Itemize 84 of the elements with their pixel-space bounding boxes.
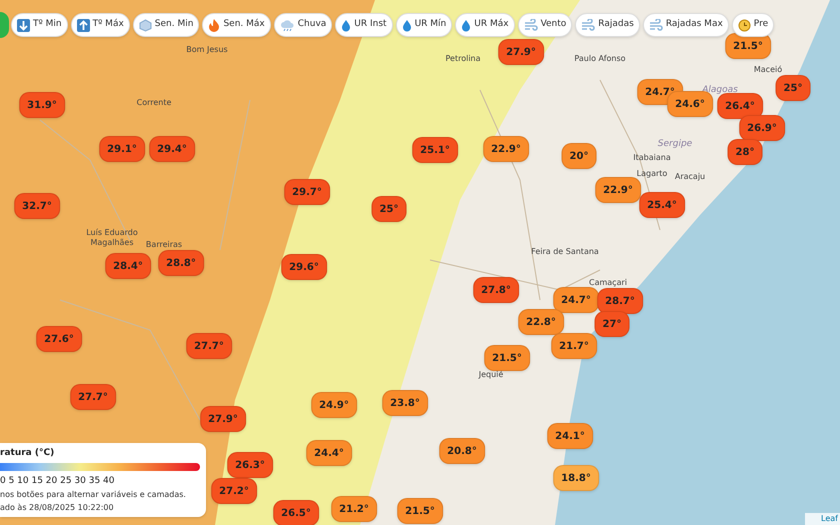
- city-label: Corrente: [136, 98, 172, 108]
- temperature-marker[interactable]: 27.2°: [211, 478, 257, 504]
- state-label: Sergipe: [658, 139, 692, 149]
- temperature-marker[interactable]: 28.8°: [158, 250, 204, 276]
- temperature-marker[interactable]: 27.8°: [473, 277, 519, 303]
- temperature-marker[interactable]: 24.1°: [547, 423, 593, 449]
- city-label: Jequié: [478, 370, 504, 380]
- legend-scale-labels: 0 5 10 15 20 25 30 35 40: [0, 475, 116, 488]
- temperature-marker[interactable]: 18.8°: [553, 465, 599, 491]
- down-arrow-icon: [17, 18, 30, 32]
- rain-cloud-icon: [280, 19, 295, 31]
- temperature-marker[interactable]: 26.4°: [717, 93, 763, 119]
- temperature-marker[interactable]: 24.7°: [553, 287, 599, 313]
- temperature-marker[interactable]: 27.6°: [36, 326, 82, 352]
- toolbar-button[interactable]: Rajadas Max: [642, 13, 729, 37]
- temperature-marker[interactable]: 21.5°: [397, 498, 443, 524]
- update-time: ado às 28/08/2025 10:22:00: [0, 502, 115, 514]
- temperature-marker[interactable]: 21.5°: [484, 345, 530, 371]
- droplet-icon: [402, 18, 412, 32]
- temperature-marker[interactable]: 20°: [562, 143, 596, 169]
- toolbar-button[interactable]: UR Máx: [455, 13, 515, 37]
- droplet-icon: [461, 18, 472, 32]
- toolbar-button[interactable]: Vento: [518, 13, 572, 37]
- city-label: Bom Jesus: [186, 45, 228, 55]
- city-label: Itabaiana: [633, 153, 671, 163]
- up-arrow-icon: [76, 18, 90, 32]
- city-label: Feira de Santana: [531, 247, 599, 257]
- temperature-marker[interactable]: 21.7°: [551, 333, 597, 359]
- toolbar-button[interactable]: UR Inst: [335, 13, 393, 37]
- ice-cube-icon: [138, 18, 152, 32]
- temperature-marker[interactable]: 24.9°: [311, 392, 357, 418]
- toolbar-button[interactable]: UR Mín: [396, 13, 452, 37]
- temperature-marker[interactable]: 26.3°: [227, 452, 273, 478]
- temperature-marker[interactable]: 24.6°: [667, 91, 713, 117]
- droplet-icon: [341, 18, 352, 32]
- temperature-marker[interactable]: 28.7°: [597, 288, 643, 314]
- temperature-marker[interactable]: 27.7°: [186, 333, 232, 359]
- temperature-marker[interactable]: 22.9°: [595, 177, 641, 203]
- temperature-marker[interactable]: 28.4°: [105, 253, 151, 279]
- temperature-marker[interactable]: 29.4°: [149, 136, 195, 162]
- city-label: Lagarto: [636, 169, 668, 179]
- wind-icon: [581, 19, 596, 31]
- temperature-marker[interactable]: 23.8°: [382, 390, 428, 416]
- temperature-marker[interactable]: 25°: [372, 196, 406, 222]
- city-label: Petrolina: [445, 54, 481, 64]
- city-label: Barreiras: [146, 240, 182, 250]
- attribution-link[interactable]: Leaf: [805, 513, 840, 525]
- temperature-marker[interactable]: 25.1°: [412, 137, 458, 163]
- temperature-marker[interactable]: 25.4°: [639, 192, 685, 218]
- legend-hint: nos botões para alternar variáveis e camadas.: [0, 489, 187, 501]
- temperature-marker[interactable]: 26.9°: [739, 115, 785, 141]
- city-label: Aracaju: [674, 172, 706, 182]
- wind-icon: [524, 19, 538, 31]
- temperature-marker[interactable]: 31.9°: [19, 92, 65, 118]
- toolbar-button[interactable]: Sen. Min: [132, 13, 200, 37]
- city-label: Maceió: [754, 65, 782, 75]
- temperature-marker[interactable]: 24.4°: [306, 440, 352, 466]
- clock-icon: [738, 18, 751, 32]
- temperature-marker[interactable]: 27.7°: [70, 384, 116, 410]
- city-label: Luís Eduardo Magalhães: [85, 228, 139, 248]
- temperature-marker[interactable]: 25°: [776, 75, 810, 101]
- legend-title: ratura (°C): [0, 447, 56, 460]
- temperature-marker[interactable]: 27°: [594, 311, 630, 337]
- temperature-marker[interactable]: 29.7°: [284, 179, 330, 205]
- temperature-marker[interactable]: 20.8°: [439, 438, 485, 464]
- toolbar-button[interactable]: Rajadas: [575, 13, 640, 37]
- temperature-marker[interactable]: 22.9°: [483, 136, 529, 162]
- temperature-marker[interactable]: 27.9°: [200, 406, 246, 432]
- toolbar-button[interactable]: Tº Min: [11, 13, 68, 37]
- city-label: Camaçari: [589, 278, 627, 288]
- temperature-marker[interactable]: 29.1°: [99, 136, 145, 162]
- temperature-marker[interactable]: 22.8°: [518, 309, 564, 335]
- toolbar-button[interactable]: Chuva: [274, 13, 332, 37]
- temperature-marker[interactable]: 27.9°: [498, 39, 544, 65]
- city-label: Paulo Afonso: [574, 54, 626, 64]
- temperature-marker[interactable]: 26.5°: [273, 500, 319, 525]
- temperature-marker[interactable]: 28°: [728, 139, 762, 165]
- toolbar-button[interactable]: Sen. Máx: [202, 13, 271, 37]
- temperature-marker[interactable]: 21.2°: [331, 496, 377, 522]
- fire-icon: [208, 18, 220, 32]
- temperature-marker[interactable]: 32.7°: [14, 193, 60, 219]
- temperature-marker[interactable]: 29.6°: [281, 254, 327, 280]
- toolbar-button[interactable]: Tº Máx: [70, 13, 130, 37]
- wind-icon: [648, 19, 663, 31]
